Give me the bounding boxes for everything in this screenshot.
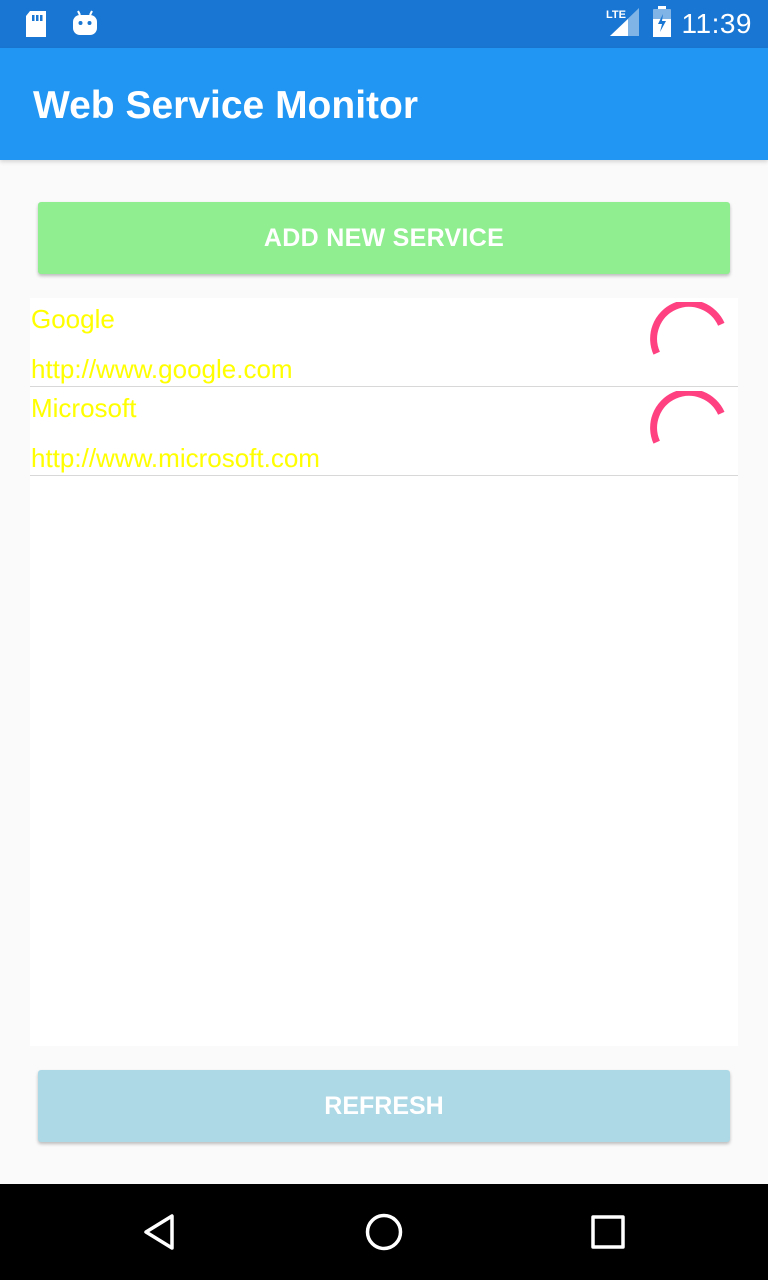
battery-icon — [652, 5, 672, 43]
status-bar: LTE 11:39 — [0, 0, 768, 48]
list-item[interactable]: Microsoft http://www.microsoft.com — [30, 387, 738, 476]
android-icon — [72, 10, 98, 43]
navigation-bar — [0, 1184, 768, 1280]
add-new-service-button[interactable]: ADD NEW SERVICE — [38, 202, 730, 274]
service-list[interactable]: Google http://www.google.com Microsoft h… — [30, 298, 738, 1046]
sd-card-icon — [24, 10, 48, 43]
loading-spinner-icon — [650, 388, 730, 471]
back-icon[interactable] — [132, 1204, 188, 1260]
recents-icon[interactable] — [580, 1204, 636, 1260]
page-title: Web Service Monitor — [33, 84, 419, 127]
refresh-button[interactable]: REFRESH — [38, 1070, 730, 1142]
network-label: LTE — [606, 9, 626, 21]
service-url: http://www.google.com — [31, 354, 293, 384]
app-bar: Web Service Monitor — [0, 48, 768, 160]
signal-icon: LTE — [606, 7, 642, 42]
service-name: Microsoft — [31, 393, 137, 423]
loading-spinner-icon — [650, 299, 730, 382]
list-item[interactable]: Google http://www.google.com — [30, 298, 738, 387]
service-url: http://www.microsoft.com — [31, 443, 320, 473]
home-icon[interactable] — [356, 1204, 412, 1260]
status-clock: 11:39 — [681, 8, 752, 39]
service-name: Google — [31, 304, 115, 334]
